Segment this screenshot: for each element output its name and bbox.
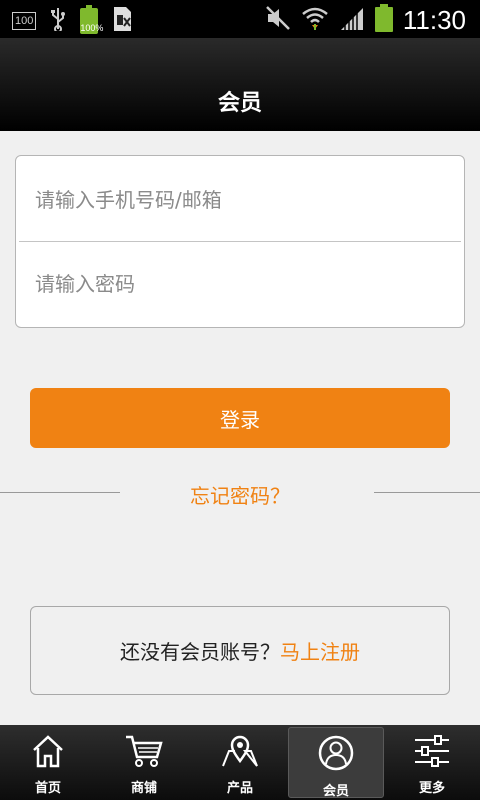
nav-label-more: 更多	[418, 781, 445, 796]
password-input[interactable]	[35, 242, 455, 326]
phone-email-input[interactable]	[35, 158, 455, 242]
usb-icon	[50, 7, 66, 35]
battery-icon	[374, 4, 393, 36]
sliders-icon	[413, 725, 451, 773]
sim-card-icon	[112, 6, 132, 36]
nav-item-more[interactable]: 更多	[384, 725, 480, 800]
status-bar-left: 100 100%	[12, 5, 132, 36]
nav-item-home[interactable]: 首页	[0, 725, 96, 800]
divider-right	[374, 492, 480, 493]
login-form	[15, 155, 465, 328]
nav-label-home: 首页	[34, 781, 61, 796]
register-link[interactable]: 马上注册	[280, 636, 360, 665]
map-pin-icon	[221, 725, 259, 773]
clock: 11:30	[402, 5, 466, 35]
battery-percent-label: 100%	[80, 23, 104, 33]
nav-item-shops[interactable]: 商铺	[96, 725, 192, 800]
mute-icon	[265, 5, 291, 35]
bottom-nav: 首页 商铺 产品 会员 更多	[0, 725, 480, 800]
forgot-password-link[interactable]: 忘记密码？	[0, 480, 480, 509]
user-icon	[317, 728, 355, 776]
nav-label-products: 产品	[226, 781, 253, 796]
notification-badge: 100	[12, 12, 37, 30]
page-title: 会员	[217, 91, 262, 116]
status-bar: 100 100% 11:30	[0, 0, 480, 38]
nav-item-member[interactable]: 会员	[288, 727, 384, 799]
home-icon	[31, 725, 65, 773]
battery-charging-icon: 100%	[80, 5, 103, 34]
nav-item-products[interactable]: 产品	[192, 725, 288, 800]
status-bar-right: 11:30	[265, 4, 466, 36]
signal-icon	[339, 5, 365, 35]
login-button[interactable]: 登录	[30, 388, 450, 448]
wifi-icon	[301, 5, 329, 35]
nav-label-member: 会员	[322, 784, 349, 799]
password-field-row	[19, 242, 461, 326]
phone-field-row	[19, 158, 461, 242]
nav-label-shops: 商铺	[130, 781, 157, 796]
register-prompt: 还没有会员账号？ 马上注册	[30, 606, 450, 695]
title-bar: 会员	[0, 38, 480, 131]
cart-icon	[124, 725, 164, 773]
register-question: 还没有会员账号？	[120, 640, 280, 664]
forgot-password-row: 忘记密码？	[0, 478, 480, 508]
